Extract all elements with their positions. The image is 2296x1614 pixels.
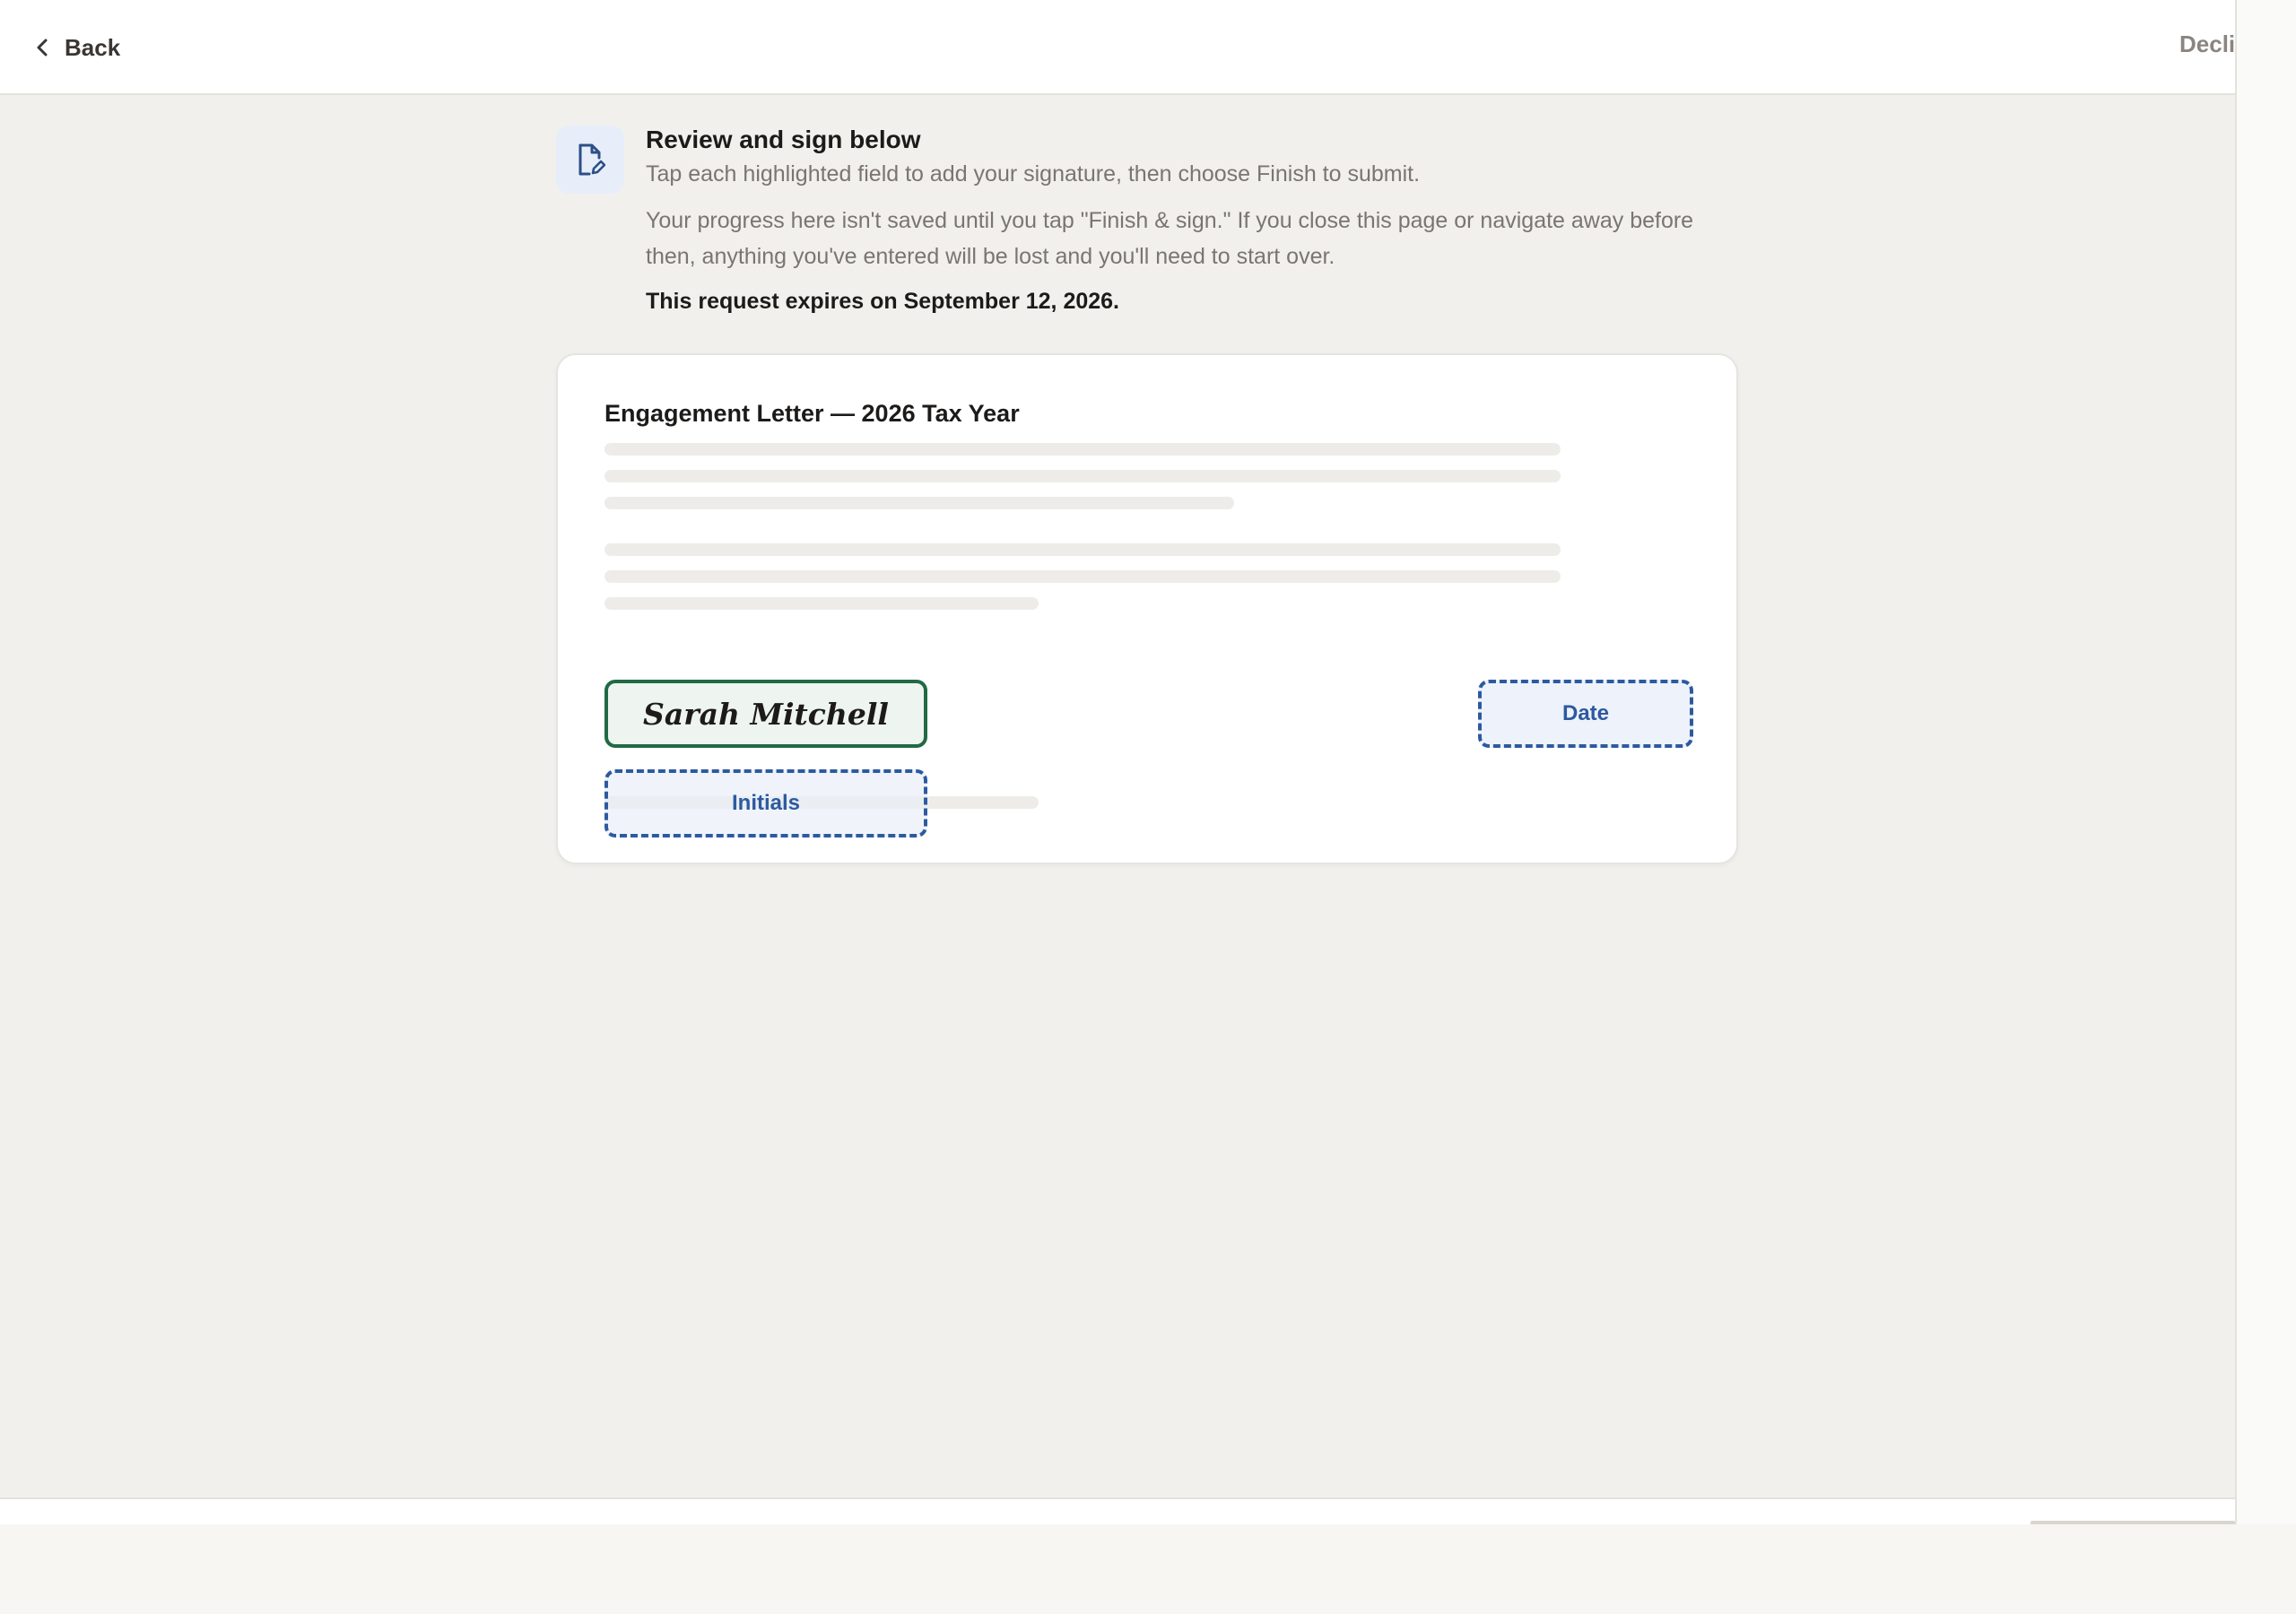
- finish-button-edge[interactable]: [2031, 1521, 2235, 1524]
- text-placeholder-line: [604, 443, 1561, 456]
- document-card: Engagement Letter — 2026 Tax Year Sarah …: [556, 353, 1738, 864]
- expiry-notice: This request expires on September 12, 20…: [646, 289, 1120, 314]
- date-field[interactable]: Date: [1478, 680, 1693, 748]
- back-label: Back: [65, 33, 121, 61]
- signing-page: Back Decli Review and sign below Tap eac…: [0, 0, 2235, 1524]
- document-edit-icon: [556, 126, 624, 194]
- signature-field[interactable]: Sarah Mitchell: [604, 680, 927, 748]
- page-subtitle: Tap each highlighted field to add your s…: [646, 161, 1421, 187]
- top-bar: Back Decli: [0, 0, 2235, 95]
- text-placeholder-line: [604, 470, 1561, 482]
- document-title: Engagement Letter — 2026 Tax Year: [604, 400, 1020, 427]
- scrollbar-track[interactable]: [2235, 0, 2296, 1524]
- decline-button[interactable]: Decli: [2179, 30, 2235, 66]
- intro-section: Review and sign below Tap each highlight…: [646, 124, 1722, 317]
- back-button[interactable]: Back: [36, 27, 120, 68]
- initials-field[interactable]: Initials: [604, 769, 927, 837]
- chevron-left-icon: [36, 38, 48, 57]
- page-title: Review and sign below: [646, 126, 921, 153]
- text-placeholder-line: [604, 497, 1234, 509]
- text-placeholder-line: [604, 543, 1561, 556]
- bottom-action-bar: [0, 1497, 2235, 1524]
- text-placeholder-line: [604, 570, 1561, 583]
- unsaved-warning: Your progress here isn't saved until you…: [646, 208, 1694, 269]
- text-placeholder-line: [604, 597, 1039, 610]
